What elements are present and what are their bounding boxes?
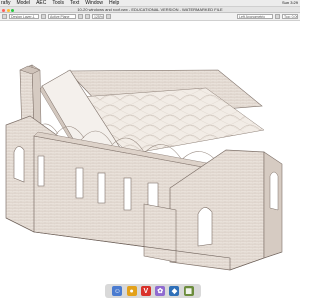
- finder-icon[interactable]: ☺: [112, 286, 123, 296]
- left-end-window: [13, 146, 25, 183]
- chrome-icon[interactable]: ●: [126, 286, 137, 296]
- dock: ☺ ● V ✿ ◆ ▦: [105, 284, 201, 298]
- view-select[interactable]: Left Axonometric: [237, 14, 273, 19]
- menu-item-help[interactable]: Help: [109, 0, 119, 6]
- menu-item-aec[interactable]: AEC: [36, 0, 46, 6]
- zoom-out-icon[interactable]: [85, 14, 90, 19]
- corner-block: [143, 203, 177, 263]
- minimize-window-icon[interactable]: [6, 8, 10, 12]
- zoom-field[interactable]: 125%: [92, 14, 104, 19]
- menu-item-text[interactable]: Text: [70, 0, 79, 6]
- layer-select[interactable]: Design Layer-1: [9, 14, 39, 19]
- menu-status-clock: Sun 3:29: [281, 0, 298, 5]
- building-model-drawing: [5, 64, 283, 271]
- menu-item-tools[interactable]: Tools: [52, 0, 64, 6]
- side-window: [269, 171, 279, 211]
- apps-icon[interactable]: ▦: [183, 286, 194, 296]
- window-title: 10-20 windows and roof.vwx - EDUCATIONAL…: [77, 7, 223, 12]
- vivaldi-icon[interactable]: V: [140, 286, 151, 296]
- menu-item-app[interactable]: rafiy: [1, 0, 10, 6]
- view-bar: Design Layer-1 Active Plane 125% Left Ax…: [0, 13, 300, 21]
- photos-icon[interactable]: ✿: [155, 286, 166, 296]
- menu-item-window[interactable]: Window: [85, 0, 103, 6]
- menu-item-model[interactable]: Model: [16, 0, 30, 6]
- drawing-canvas[interactable]: [0, 21, 300, 284]
- scale-field[interactable]: Top: 0.00": [282, 14, 298, 19]
- layer-options-icon[interactable]: [2, 14, 7, 19]
- vectorworks-icon[interactable]: ◆: [169, 286, 180, 296]
- plane-options-icon[interactable]: [41, 14, 46, 19]
- render-mode-icon[interactable]: [78, 14, 83, 19]
- window-controls: [2, 8, 14, 12]
- view-options-icon[interactable]: [275, 14, 280, 19]
- gable-window: [197, 207, 213, 247]
- plane-select[interactable]: Active Plane: [48, 14, 76, 19]
- zoom-window-icon[interactable]: [11, 8, 14, 12]
- zoom-in-icon[interactable]: [106, 14, 111, 19]
- close-window-icon[interactable]: [2, 8, 5, 12]
- menu-bar: rafiy Model AEC Tools Text Window Help S…: [0, 0, 300, 7]
